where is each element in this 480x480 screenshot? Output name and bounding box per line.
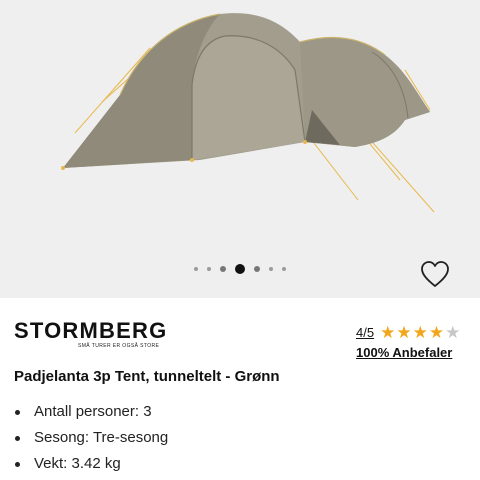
gallery-dot[interactable] bbox=[282, 267, 286, 271]
rating-stars: ★ ★ ★ ★ ★ bbox=[380, 324, 460, 341]
star-icon: ★ bbox=[396, 323, 412, 342]
spec-text: Antall personer: 3 bbox=[34, 403, 152, 420]
gallery-dot[interactable] bbox=[269, 267, 273, 271]
gallery-dot[interactable] bbox=[220, 266, 226, 272]
spec-item: Sesong: Tre-sesong bbox=[14, 425, 168, 451]
brand-tagline: SMÅ TURER ER OGSÅ STORE bbox=[78, 343, 160, 349]
gallery-dot[interactable] bbox=[194, 267, 198, 271]
gallery-pagination[interactable] bbox=[0, 264, 480, 274]
rating-summary[interactable]: 4/5 ★ ★ ★ ★ ★ bbox=[356, 324, 460, 341]
product-image-gallery[interactable] bbox=[0, 0, 480, 298]
spec-text: Vekt: 3.42 kg bbox=[34, 455, 121, 472]
gallery-dot-active[interactable] bbox=[235, 264, 245, 274]
tent-product-image bbox=[61, 13, 435, 213]
star-icon: ★ bbox=[428, 323, 445, 342]
rating-score[interactable]: 4/5 bbox=[356, 325, 374, 340]
brand-logo[interactable]: STORMBERG SMÅ TURER ER OGSÅ STORE bbox=[14, 318, 167, 349]
star-icon: ★ bbox=[412, 323, 428, 342]
recommend-link[interactable]: 100% Anbefaler bbox=[356, 345, 452, 360]
spec-text: Sesong: Tre-sesong bbox=[34, 429, 169, 446]
product-title: Padjelanta 3p Tent, tunneltelt - Grønn bbox=[14, 368, 280, 385]
bullet-icon bbox=[15, 435, 20, 441]
bullet-icon bbox=[15, 409, 20, 415]
star-icon: ★ bbox=[380, 323, 396, 342]
heart-icon[interactable] bbox=[420, 260, 450, 288]
gallery-dot[interactable] bbox=[254, 266, 260, 272]
bullet-icon bbox=[15, 461, 20, 467]
spec-item: Vekt: 3.42 kg bbox=[14, 451, 168, 477]
spec-item: Antall personer: 3 bbox=[14, 399, 168, 425]
gallery-dot[interactable] bbox=[207, 267, 211, 271]
brand-name: STORMBERG bbox=[14, 318, 168, 343]
star-empty-icon: ★ bbox=[445, 323, 461, 342]
product-specs: Antall personer: 3 Sesong: Tre-sesong Ve… bbox=[14, 399, 168, 477]
